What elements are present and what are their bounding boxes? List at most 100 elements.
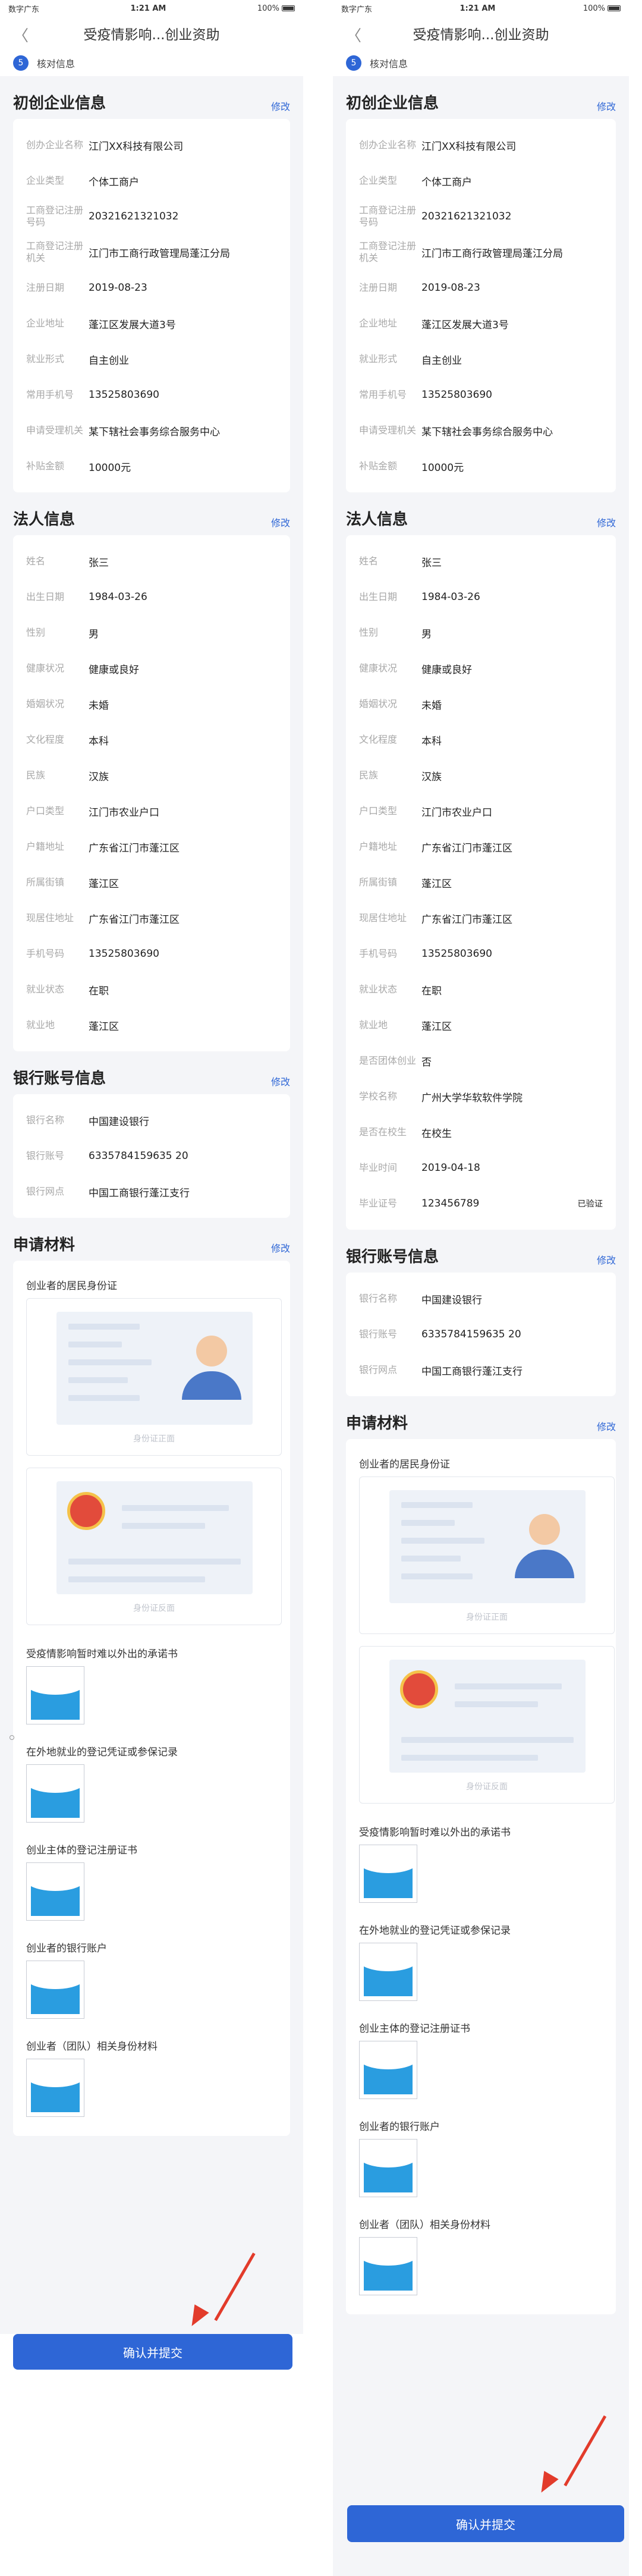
material-title: 创业者的银行账户 — [26, 1943, 107, 1955]
info-row: 银行名称 中国建设银行 — [359, 1281, 603, 1317]
field-label: 企业地址 — [26, 318, 65, 329]
back-icon[interactable]: 〈 — [346, 24, 361, 46]
field-label: 所属街镇 — [26, 877, 65, 888]
id-card-back-upload[interactable]: 身份证反面 — [26, 1468, 282, 1625]
field-value: 蓬江区 — [421, 878, 452, 890]
bank-section-header: 银行账号信息 修改 — [0, 1051, 303, 1094]
field-value: 蓬江区发展大道3号 — [421, 319, 509, 331]
info-row: 户口类型 江门市农业户口 — [359, 793, 603, 829]
info-row: 性别 男 — [26, 615, 277, 651]
id-card-illustration — [389, 1490, 586, 1603]
field-value: 广东省江门市蓬江区 — [421, 842, 512, 855]
info-row: 工商登记注册号码 20321621321032 — [26, 199, 277, 234]
section-title: 初创企业信息 — [13, 95, 106, 112]
field-value: 1984-03-26 — [89, 591, 147, 603]
field-label: 注册日期 — [359, 282, 398, 293]
edit-bank-link[interactable]: 修改 — [597, 1252, 616, 1267]
placeholder-line — [401, 1755, 538, 1761]
materials-card: 创业者的居民身份证 身份证正面 身份证反面 受疫情影响暂时难以外出的承诺书 在外地就业的… — [346, 1439, 616, 2314]
field-value: 6335784159635 20 — [89, 1150, 188, 1162]
edit-materials-link[interactable]: 修改 — [271, 1240, 290, 1255]
field-label: 是否团体创业 — [359, 1055, 417, 1066]
company-card: 创办企业名称 江门XX科技有限公司 企业类型 个体工商户 工商登记注册号码 2032162… — [13, 119, 290, 492]
info-row: 常用手机号 13525803690 — [359, 377, 603, 413]
placeholder-line — [401, 1556, 461, 1562]
edit-legal-link[interactable]: 修改 — [597, 515, 616, 529]
placeholder-line — [68, 1395, 140, 1401]
image-thumbnail[interactable] — [359, 2041, 417, 2099]
image-thumbnail[interactable] — [359, 2237, 417, 2295]
image-thumbnail[interactable] — [26, 1862, 84, 1921]
submit-button-left[interactable]: 确认并提交 — [13, 2334, 292, 2370]
field-value: 男 — [89, 628, 99, 640]
field-label: 常用手机号 — [26, 389, 74, 400]
info-row: 姓名 张三 — [26, 544, 277, 579]
field-value: 广东省江门市蓬江区 — [89, 913, 180, 926]
info-row: 工商登记注册机关 江门市工商行政管理局蓬江分局 — [359, 234, 603, 270]
info-row: 就业地 蓬江区 — [26, 1007, 277, 1043]
field-value: 本科 — [89, 735, 109, 747]
image-thumbnail[interactable] — [26, 1961, 84, 2019]
field-value: 某下辖社会事务综合服务中心 — [89, 426, 220, 438]
field-label: 注册日期 — [26, 282, 65, 293]
info-row: 文化程度 本科 — [26, 722, 277, 758]
legal-section-header: 法人信息 修改 — [0, 492, 303, 535]
edit-legal-link[interactable]: 修改 — [271, 515, 290, 529]
image-thumbnail[interactable] — [26, 1764, 84, 1823]
field-value: 江门市农业户口 — [421, 806, 492, 819]
field-value: 中国建设银行 — [89, 1116, 149, 1128]
info-row: 就业地 蓬江区 — [359, 1007, 603, 1043]
info-row: 现居住地址 广东省江门市蓬江区 — [26, 900, 277, 936]
submit-button-right[interactable]: 确认并提交 — [347, 2505, 624, 2542]
step-label: 核对信息 — [37, 58, 75, 70]
bank-card: 银行名称 中国建设银行 银行账号 6335784159635 20 银行网点 中国工商银行… — [346, 1273, 616, 1396]
image-thumbnail[interactable] — [359, 2139, 417, 2197]
image-placeholder-icon — [31, 1965, 80, 2014]
info-row: 户籍地址 广东省江门市蓬江区 — [26, 829, 277, 865]
info-row: 就业状态 在职 — [26, 972, 277, 1007]
info-row: 申请受理机关 某下辖社会事务综合服务中心 — [26, 413, 277, 448]
info-row: 毕业时间 2019-04-18 — [359, 1150, 603, 1186]
field-label: 健康状况 — [359, 662, 398, 674]
battery-indicator: 100% — [583, 4, 621, 13]
field-label: 户籍地址 — [359, 841, 398, 852]
id-card-front-upload[interactable]: 身份证正面 — [359, 1477, 615, 1634]
step-indicator: 5 核对信息 — [333, 50, 629, 76]
field-value: 自主创业 — [421, 354, 462, 367]
edit-company-link[interactable]: 修改 — [597, 99, 616, 113]
back-icon[interactable]: 〈 — [13, 24, 29, 46]
info-row: 常用手机号 13525803690 — [26, 377, 277, 413]
field-value: 在校生 — [421, 1127, 452, 1140]
clock: 1:21 AM — [460, 4, 496, 13]
placeholder-line — [68, 1359, 152, 1365]
field-label: 姓名 — [359, 555, 379, 567]
id-card-front-upload[interactable]: 身份证正面 — [26, 1298, 282, 1456]
id-card-caption: 身份证反面 — [466, 1782, 508, 1792]
id-card-back-upload[interactable]: 身份证反面 — [359, 1646, 615, 1804]
placeholder-line — [401, 1737, 574, 1743]
right-phone-screen: 数字广东 1:21 AM 100% 〈 受疫情影响...创业资助 5 核对信息 … — [333, 0, 629, 2576]
company-card: 创办企业名称 江门XX科技有限公司 企业类型 个体工商户 工商登记注册号码 2032162… — [346, 119, 616, 492]
field-value: 健康或良好 — [421, 664, 472, 676]
field-value: 2019-08-23 — [421, 282, 480, 294]
image-thumbnail[interactable] — [359, 1845, 417, 1903]
material-title: 创业者的居民身份证 — [359, 1459, 450, 1471]
edit-company-link[interactable]: 修改 — [271, 99, 290, 113]
image-thumbnail[interactable] — [26, 2059, 84, 2117]
info-row: 出生日期 1984-03-26 — [26, 579, 277, 615]
edit-materials-link[interactable]: 修改 — [597, 1419, 616, 1433]
info-row: 创办企业名称 江门XX科技有限公司 — [359, 127, 603, 163]
field-label: 常用手机号 — [359, 389, 407, 400]
info-row: 文化程度 本科 — [359, 722, 603, 758]
image-placeholder-icon — [31, 1867, 80, 1916]
id-card-illustration — [56, 1481, 253, 1594]
battery-icon — [281, 5, 295, 11]
image-thumbnail[interactable] — [359, 1943, 417, 2001]
id-card-caption: 身份证正面 — [466, 1613, 508, 1622]
field-label: 补贴金额 — [359, 460, 398, 472]
field-label: 姓名 — [26, 555, 46, 567]
image-thumbnail[interactable] — [26, 1666, 84, 1724]
step-number: 5 — [13, 55, 29, 71]
edit-bank-link[interactable]: 修改 — [271, 1074, 290, 1088]
field-label: 工商登记注册号码 — [26, 205, 84, 228]
